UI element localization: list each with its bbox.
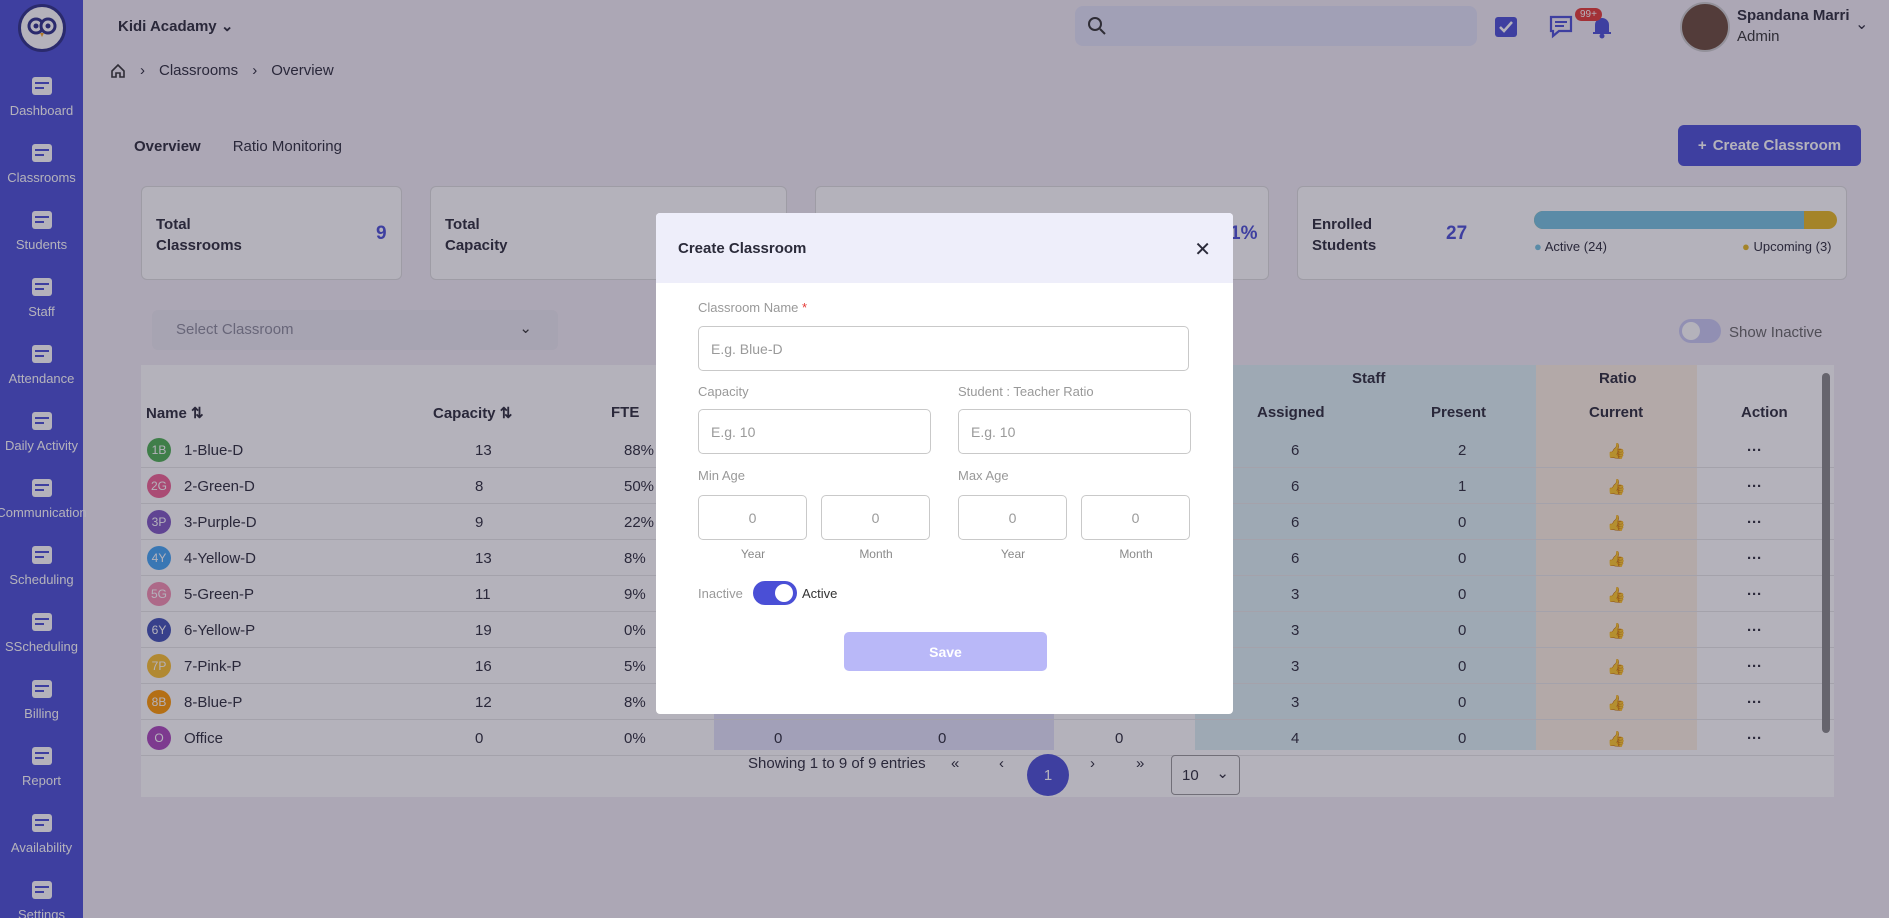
capacity-label: Capacity [698, 384, 749, 399]
max-age-month-input[interactable]: 0 [1081, 495, 1190, 540]
active-label: Active [802, 586, 838, 601]
min-age-label: Min Age [698, 468, 745, 483]
classroom-name-input[interactable]: E.g. Blue-D [698, 326, 1189, 371]
max-age-year-input[interactable]: 0 [958, 495, 1067, 540]
max-age-label: Max Age [958, 468, 1009, 483]
max-year-caption: Year [1000, 547, 1026, 561]
ratio-input[interactable]: E.g. 10 [958, 409, 1191, 454]
min-year-caption: Year [740, 547, 766, 561]
min-age-month-input[interactable]: 0 [821, 495, 930, 540]
close-icon[interactable]: ✕ [1194, 237, 1211, 262]
modal-title: Create Classroom [678, 239, 807, 257]
save-button[interactable]: Save [844, 632, 1047, 671]
classroom-name-label: Classroom Name * [698, 300, 808, 315]
ratio-label: Student : Teacher Ratio [958, 384, 1094, 399]
status-toggle[interactable] [753, 581, 797, 605]
create-classroom-modal: Create Classroom ✕ Classroom Name * E.g.… [656, 213, 1233, 714]
inactive-label: Inactive [698, 586, 743, 601]
min-age-year-input[interactable]: 0 [698, 495, 807, 540]
capacity-input[interactable]: E.g. 10 [698, 409, 931, 454]
min-month-caption: Month [859, 547, 893, 561]
modal-header: Create Classroom [656, 213, 1233, 283]
max-month-caption: Month [1119, 547, 1153, 561]
